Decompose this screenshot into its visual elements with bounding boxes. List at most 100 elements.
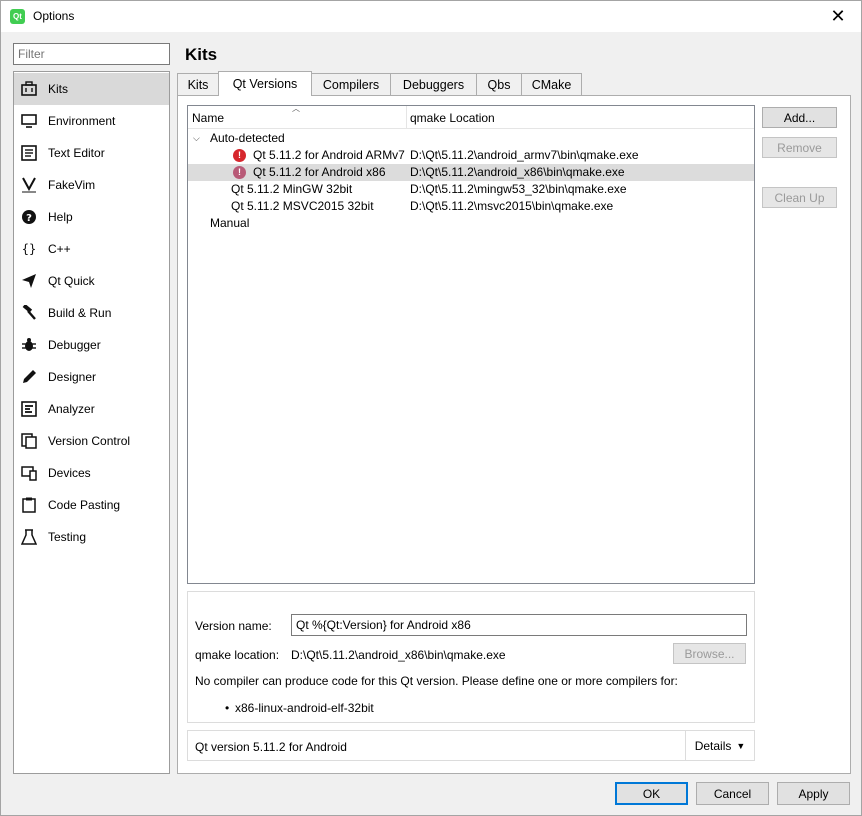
filter-input[interactable] — [13, 43, 170, 65]
sidebar-item-environment[interactable]: Environment — [14, 105, 169, 137]
sidebar-item-testing[interactable]: Testing — [14, 521, 169, 553]
tab-compilers[interactable]: Compilers — [311, 73, 391, 95]
abi-bullet: • — [225, 701, 230, 715]
svg-text:?: ? — [26, 213, 32, 224]
options-window: Qt Options ✕ Kits Environment Text Edito… — [0, 0, 862, 816]
paper-plane-icon — [20, 272, 38, 290]
sidebar: Kits Environment Text Editor FakeVim ? H… — [13, 71, 170, 774]
sidebar-item-label: Designer — [48, 370, 97, 384]
column-header-location[interactable]: qmake Location — [410, 111, 495, 125]
braces-icon: {} — [21, 242, 37, 256]
row-name: Qt 5.11.2 for Android x86 — [253, 165, 386, 179]
tree-row[interactable]: Qt 5.11.2 MSVC2015 32bit D:\Qt\5.11.2\ms… — [188, 198, 754, 215]
sidebar-item-label: Kits — [48, 82, 69, 96]
abi-item: x86-linux-android-elf-32bit — [235, 701, 374, 715]
error-icon: ! — [233, 166, 246, 179]
sidebar-item-label: C++ — [48, 242, 71, 256]
ok-button[interactable]: OK — [615, 782, 688, 805]
sidebar-item-qt-quick[interactable]: Qt Quick — [14, 265, 169, 297]
remove-button[interactable]: Remove — [762, 137, 837, 158]
sidebar-item-version-control[interactable]: Version Control — [14, 425, 169, 457]
tab-debuggers[interactable]: Debuggers — [390, 73, 477, 95]
sidebar-item-label: Help — [48, 210, 73, 224]
sidebar-item-code-pasting[interactable]: Code Pasting — [14, 489, 169, 521]
devices-icon — [20, 464, 38, 482]
bug-icon — [20, 336, 38, 354]
sidebar-item-label: Devices — [48, 466, 91, 480]
sidebar-item-label: Code Pasting — [48, 498, 121, 512]
tab-cmake[interactable]: CMake — [521, 73, 582, 95]
help-icon: ? — [20, 208, 38, 226]
row-location: D:\Qt\5.11.2\android_armv7\bin\qmake.exe — [410, 148, 639, 162]
tab-qt-versions[interactable]: Qt Versions — [218, 71, 312, 96]
sidebar-item-kits[interactable]: Kits — [14, 73, 169, 105]
browse-button[interactable]: Browse... — [673, 643, 746, 664]
version-summary-text: Qt version 5.11.2 for Android — [195, 740, 347, 754]
sidebar-item-devices[interactable]: Devices — [14, 457, 169, 489]
tree-row-selected[interactable]: ! Qt 5.11.2 for Android x86 D:\Qt\5.11.2… — [188, 164, 754, 181]
version-control-icon — [20, 432, 38, 450]
sidebar-item-help[interactable]: ? Help — [14, 201, 169, 233]
sidebar-item-label: Build & Run — [48, 306, 112, 320]
sidebar-item-label: Analyzer — [48, 402, 95, 416]
clipboard-icon — [20, 496, 38, 514]
title-bar: Qt Options ✕ — [1, 1, 861, 32]
monitor-icon — [20, 112, 38, 130]
qmake-location-label: qmake location: — [195, 648, 280, 662]
tree-group-auto-detected[interactable]: ⌵ Auto-detected — [188, 130, 754, 147]
qt-app-icon: Qt — [10, 9, 25, 24]
triangle-down-icon: ▼ — [736, 740, 746, 751]
tree-group-manual[interactable]: Manual — [188, 215, 754, 232]
version-name-field[interactable]: Qt %{Qt:Version} for Android x86 — [291, 614, 747, 636]
sidebar-item-label: Qt Quick — [48, 274, 95, 288]
sidebar-item-label: Testing — [48, 530, 87, 544]
sidebar-item-debugger[interactable]: Debugger — [14, 329, 169, 361]
column-separator[interactable] — [406, 106, 407, 128]
sidebar-item-label: Environment — [48, 114, 116, 128]
tree-header: ︿ Name qmake Location — [188, 104, 754, 129]
flask-icon — [20, 528, 38, 546]
group-label: Manual — [210, 216, 250, 230]
compiler-warning-text: No compiler can produce code for this Qt… — [195, 674, 678, 688]
group-label: Auto-detected — [210, 131, 285, 145]
sidebar-item-fakevim[interactable]: FakeVim — [14, 169, 169, 201]
kits-icon — [20, 80, 38, 98]
apply-button[interactable]: Apply — [777, 782, 850, 805]
sidebar-item-label: FakeVim — [48, 178, 96, 192]
tree-row[interactable]: Qt 5.11.2 MinGW 32bit D:\Qt\5.11.2\mingw… — [188, 181, 754, 198]
row-location: D:\Qt\5.11.2\mingw53_32\bin\qmake.exe — [410, 182, 627, 196]
hammer-icon — [20, 304, 38, 322]
row-name: Qt 5.11.2 MinGW 32bit — [231, 182, 353, 196]
window-title: Options — [33, 9, 75, 23]
clean-up-button[interactable]: Clean Up — [762, 187, 837, 208]
qmake-location-value: D:\Qt\5.11.2\android_x86\bin\qmake.exe — [291, 648, 506, 662]
row-location: D:\Qt\5.11.2\msvc2015\bin\qmake.exe — [410, 199, 614, 213]
sidebar-item-designer[interactable]: Designer — [14, 361, 169, 393]
pencil-icon — [20, 368, 38, 386]
sidebar-item-analyzer[interactable]: Analyzer — [14, 393, 169, 425]
tab-kits[interactable]: Kits — [177, 73, 219, 95]
text-editor-icon — [20, 144, 38, 162]
sort-indicator-icon: ︿ — [292, 104, 300, 113]
error-icon: ! — [233, 149, 246, 162]
sidebar-item-build-run[interactable]: Build & Run — [14, 297, 169, 329]
add-button[interactable]: Add... — [762, 107, 837, 128]
sidebar-item-label: Version Control — [48, 434, 131, 448]
sidebar-item-text-editor[interactable]: Text Editor — [14, 137, 169, 169]
tree-row[interactable]: ! Qt 5.11.2 for Android ARMv7 D:\Qt\5.11… — [188, 147, 754, 164]
sidebar-item-cpp[interactable]: {} C++ — [14, 233, 169, 265]
sidebar-item-label: Text Editor — [48, 146, 105, 160]
tab-qbs[interactable]: Qbs — [476, 73, 522, 95]
row-name: Qt 5.11.2 for Android ARMv7 — [253, 148, 405, 162]
details-button[interactable]: Details ▼ — [685, 731, 754, 760]
cancel-button[interactable]: Cancel — [696, 782, 769, 805]
sidebar-item-label: Debugger — [48, 338, 101, 352]
fakevim-icon — [20, 176, 38, 194]
column-header-name[interactable]: Name — [192, 111, 224, 125]
qt-versions-tree[interactable]: ︿ Name qmake Location ⌵ Auto-detected ! … — [187, 104, 755, 584]
row-name: Qt 5.11.2 MSVC2015 32bit — [231, 199, 374, 213]
chevron-down-icon[interactable]: ⌵ — [193, 130, 200, 147]
version-name-label: Version name: — [195, 619, 272, 633]
close-icon[interactable]: ✕ — [815, 1, 861, 32]
details-button-label: Details — [694, 738, 732, 753]
